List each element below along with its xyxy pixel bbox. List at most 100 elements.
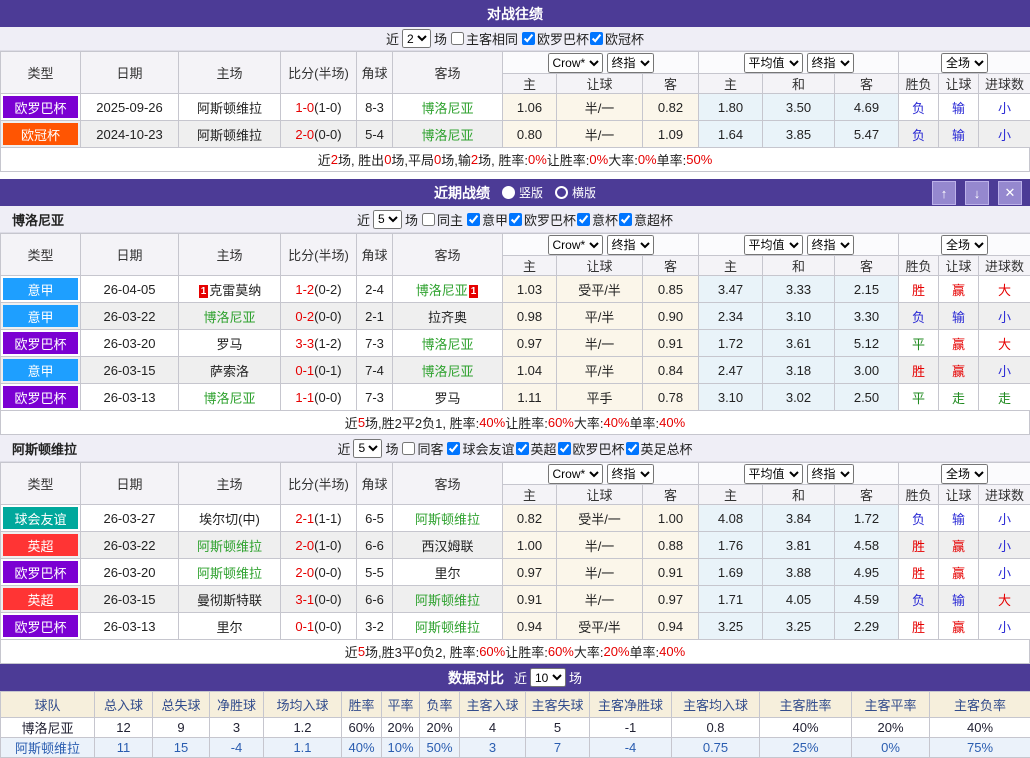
team-name: 博洛尼亚 [203,391,255,406]
cell-result-handicap: 输 [939,94,979,121]
scope-select[interactable]: 全场 [941,235,988,255]
league-filter[interactable]: 英超 [515,439,557,458]
villa-table: 类型 日期 主场 比分(半场) 角球 客场 Crow*终指 平均值终指 全场 主… [0,462,1030,640]
same-venue-filter[interactable]: 主客相同 [450,29,518,48]
match-row: 欧罗巴杯26-03-20罗马3-3(1-2)7-3博洛尼亚0.97半/一0.91… [1,330,1030,357]
league-checkbox[interactable] [447,442,460,455]
move-down-button[interactable]: ↓ [965,181,989,205]
cell-result-wdl: 负 [899,94,939,121]
league-filter[interactable]: 意杯 [576,210,618,229]
near-label: 近 [386,29,399,48]
col-home: 主场 [179,463,281,505]
league-checkbox[interactable] [590,32,603,45]
scope-select[interactable]: 全场 [941,53,988,73]
col-league: 类型 [1,234,81,276]
team-name: 阿斯顿维拉 [415,620,480,635]
league-filter[interactable]: 欧冠杯 [589,29,644,48]
league-checkbox[interactable] [509,213,522,226]
bologna-league-filters: 意甲欧罗巴杯意杯意超杯 [466,210,673,229]
scope-group-header: 全场 [899,234,1030,256]
match-row: 欧冠杯2024-10-23阿斯顿维拉2-0(0-0)5-4博洛尼亚0.80半/一… [1,121,1030,148]
same-away-checkbox[interactable] [402,442,415,455]
close-button[interactable]: ✕ [998,181,1022,205]
odds-provider-select[interactable]: Crow* [548,235,603,255]
cell-score: 1-1(0-0) [281,384,357,411]
avg-stage-select[interactable]: 终指 [807,53,854,73]
avg-group-header: 平均值终指 [699,234,899,256]
cell-score: 0-2(0-0) [281,303,357,330]
cell-result-goals: 小 [979,559,1030,586]
team-name: 博洛尼亚 [416,283,468,298]
cell-avg-home: 3.10 [699,384,763,411]
league-filter[interactable]: 球会友谊 [446,439,514,458]
col-corner: 角球 [357,234,393,276]
same-home-filter[interactable]: 同主 [421,210,463,229]
half-score: (0-0) [314,309,341,324]
cell-avg-away: 4.58 [835,532,899,559]
compare-count-select[interactable]: 10 [530,668,566,687]
same-away-filter[interactable]: 同客 [401,439,443,458]
summary-segment: 场,输 [441,150,471,169]
summary-segment: 近 [345,642,358,661]
cell-result-wdl: 胜 [899,613,939,640]
avg-select[interactable]: 平均值 [744,235,803,255]
cell-odds-home: 1.04 [503,357,557,384]
league-checkbox[interactable] [516,442,529,455]
odds-stage-select[interactable]: 终指 [607,464,654,484]
avg-stage-select[interactable]: 终指 [807,464,854,484]
league-checkbox[interactable] [577,213,590,226]
cell-league: 欧罗巴杯 [1,330,81,357]
compare-col-header: 胜率 [342,692,382,718]
cell-odds-home: 0.98 [503,303,557,330]
h2h-table: 类型 日期 主场 比分(半场) 角球 客场 Crow*终指 平均值终指 全场 主… [0,51,1030,148]
avg-select[interactable]: 平均值 [744,464,803,484]
cell-stat: -4 [590,738,672,758]
summary-segment: 让胜率: [505,413,548,432]
panel-buttons: ↑ ↓ ✕ [932,181,1022,205]
villa-count-select[interactable]: 5 [353,439,382,458]
col-away: 客场 [393,234,503,276]
avg-stage-select[interactable]: 终指 [807,235,854,255]
league-checkbox[interactable] [558,442,571,455]
odds-stage-select[interactable]: 终指 [607,53,654,73]
half-score: (0-0) [314,390,341,405]
summary-segment: 单率: [630,413,660,432]
cell-stat: 7 [526,738,590,758]
league-checkbox[interactable] [467,213,480,226]
league-checkbox[interactable] [626,442,639,455]
bologna-count-select[interactable]: 5 [373,210,402,229]
summary-segment: 场,平局 [391,150,434,169]
league-filter[interactable]: 英足总杯 [625,439,693,458]
same-home-checkbox[interactable] [422,213,435,226]
cell-home-team: 博洛尼亚 [179,303,281,330]
odds-provider-select[interactable]: Crow* [548,464,603,484]
league-filter[interactable]: 意甲 [466,210,508,229]
league-filter[interactable]: 意超杯 [618,210,673,229]
cell-avg-away: 2.15 [835,276,899,303]
h2h-count-select[interactable]: 2 [402,29,431,48]
odds-stage-select[interactable]: 终指 [607,235,654,255]
cell-stat: 0% [852,738,930,758]
league-filter[interactable]: 欧罗巴杯 [521,29,589,48]
league-filter[interactable]: 欧罗巴杯 [508,210,576,229]
odds-provider-select[interactable]: Crow* [548,53,603,73]
vertical-radio[interactable] [502,186,515,199]
move-up-button[interactable]: ↑ [932,181,956,205]
cell-result-wdl: 胜 [899,559,939,586]
league-checkbox[interactable] [619,213,632,226]
h2h-league-filters: 欧罗巴杯欧冠杯 [521,29,644,48]
compare-title: 数据对比 [448,668,504,688]
cell-avg-home: 3.25 [699,613,763,640]
league-filter[interactable]: 欧罗巴杯 [557,439,625,458]
avg-select[interactable]: 平均值 [744,53,803,73]
summary-segment: 场, 胜率: [478,150,528,169]
cell-league: 英超 [1,532,81,559]
cell-home-team: 埃尔切(中) [179,505,281,532]
horizontal-radio[interactable] [555,186,568,199]
same-venue-checkbox[interactable] [451,32,464,45]
red-card-badge: 1 [469,285,479,298]
cell-league: 欧罗巴杯 [1,559,81,586]
league-checkbox[interactable] [522,32,535,45]
scope-select[interactable]: 全场 [941,464,988,484]
cell-league: 欧罗巴杯 [1,94,81,121]
